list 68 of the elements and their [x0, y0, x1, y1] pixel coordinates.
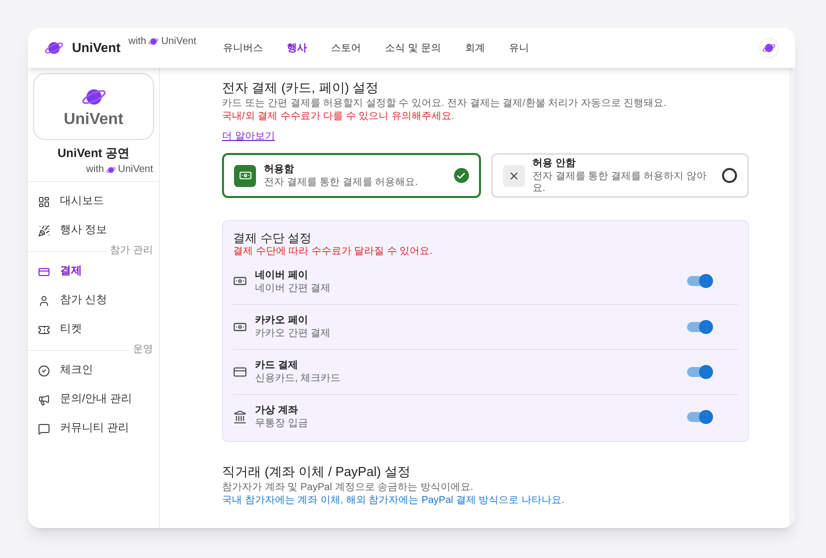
with-label: with	[128, 35, 146, 49]
person-icon	[38, 294, 50, 306]
planet-logo-icon	[762, 41, 776, 55]
card-icon	[233, 364, 247, 379]
chat-icon	[38, 422, 50, 434]
toggle-switch[interactable]	[687, 322, 710, 332]
sidebar-item[interactable]: 대시보드	[28, 187, 159, 216]
ticket-icon	[38, 324, 50, 336]
partner-brand: UniVent	[161, 35, 196, 49]
nav-link[interactable]: 소식 및 문의	[374, 40, 452, 56]
section-description: 참가자가 계좌 및 PayPal 계정으로 송금하는 방식이에요.	[222, 482, 474, 494]
section-label: 참가 관리	[110, 246, 153, 256]
sidebar-item[interactable]: 티켓	[28, 315, 159, 344]
sidebar-item[interactable]: 결제	[28, 257, 159, 286]
card-icon	[38, 266, 50, 278]
method-description: 신용카드, 체크카드	[255, 373, 342, 386]
section-title: 전자 결제 (카드, 페이) 설정	[222, 80, 380, 96]
method-name: 네이버 페이	[255, 268, 309, 282]
event-title: UniVent 공연	[56, 145, 130, 162]
option-description: 전자 결제를 통한 결제를 허용하지 않아요.	[532, 170, 708, 196]
sidebar-item[interactable]: 문의/안내 관리	[28, 385, 159, 414]
method-name: 가상 계좌	[255, 404, 299, 418]
info-text: 국내 참가자에는 계좌 이체, 해외 참가자에는 PayPal 결제 방식으로 나타나요.	[222, 494, 566, 507]
nav-link[interactable]: 스토어	[320, 40, 372, 56]
warning-text: 결제 수단에 따라 수수료가 달라질 수 있어요.	[233, 246, 434, 259]
partner-brand: UniVent	[118, 163, 153, 177]
logo-text: UniVent	[64, 110, 124, 130]
radio-icon	[722, 168, 737, 184]
method-description: 네이버 간편 결제	[255, 282, 332, 295]
profile-avatar[interactable]	[759, 38, 779, 58]
check-icon	[454, 168, 468, 184]
sidebar-item[interactable]: 행사 정보	[28, 216, 159, 245]
sidebar-item[interactable]: 커뮤니티 관리	[28, 414, 159, 443]
sidebar-item[interactable]: 체크인	[28, 356, 159, 385]
toggle-switch[interactable]	[687, 276, 710, 286]
nav-link[interactable]: 유니	[498, 40, 540, 56]
with-label: with	[86, 163, 104, 177]
section-title: 직거래 (계좌 이체 / PayPal) 설정	[222, 464, 412, 480]
method-name: 카드 결제	[255, 359, 299, 373]
cash-icon	[234, 164, 256, 187]
option-description: 전자 결제를 통한 결제를 허용해요.	[264, 177, 419, 190]
method-description: 무통장 입금	[255, 418, 309, 430]
brand-name: UniVent	[72, 39, 120, 58]
planet-logo-icon	[148, 36, 160, 47]
learn-more-link[interactable]: 더 알아보기	[222, 131, 275, 142]
nav-link[interactable]: 행사	[276, 40, 318, 56]
check-icon	[38, 364, 50, 376]
section-description: 카드 또는 간편 결제를 허용할지 설정할 수 있어요. 전자 결제는 결제/환불 처리가 자동으로 진행돼요.	[222, 98, 668, 111]
nav-link[interactable]: 유니버스	[212, 40, 274, 56]
method-name: 카카오 페이	[255, 314, 309, 328]
planet-logo-icon	[106, 164, 116, 174]
method-description: 카카오 간편 결제	[255, 328, 332, 340]
toggle-switch[interactable]	[687, 412, 710, 422]
toggle-switch[interactable]	[687, 366, 710, 377]
option-card[interactable]: 허용 안함 전자 결제를 통한 결제를 허용하지 않아요.	[490, 153, 749, 198]
section-label: 운영	[133, 345, 153, 355]
party-icon	[38, 224, 50, 236]
option-title: 허용 안함	[532, 156, 576, 171]
option-title: 허용함	[264, 163, 295, 177]
megaphone-icon	[38, 394, 50, 406]
dashboard-icon	[38, 196, 50, 208]
nav-link[interactable]: 회계	[454, 40, 496, 56]
warning-text: 국내/외 결제 수수료가 다를 수 있으니 유의해주세요.	[222, 110, 456, 124]
bank-icon	[233, 410, 247, 424]
close-icon	[502, 164, 524, 187]
sidebar-item[interactable]: 참가 신청	[28, 286, 159, 315]
panel-title: 결제 수단 설정	[233, 231, 313, 246]
option-card[interactable]: 허용함 전자 결제를 통한 결제를 허용해요.	[222, 153, 480, 198]
